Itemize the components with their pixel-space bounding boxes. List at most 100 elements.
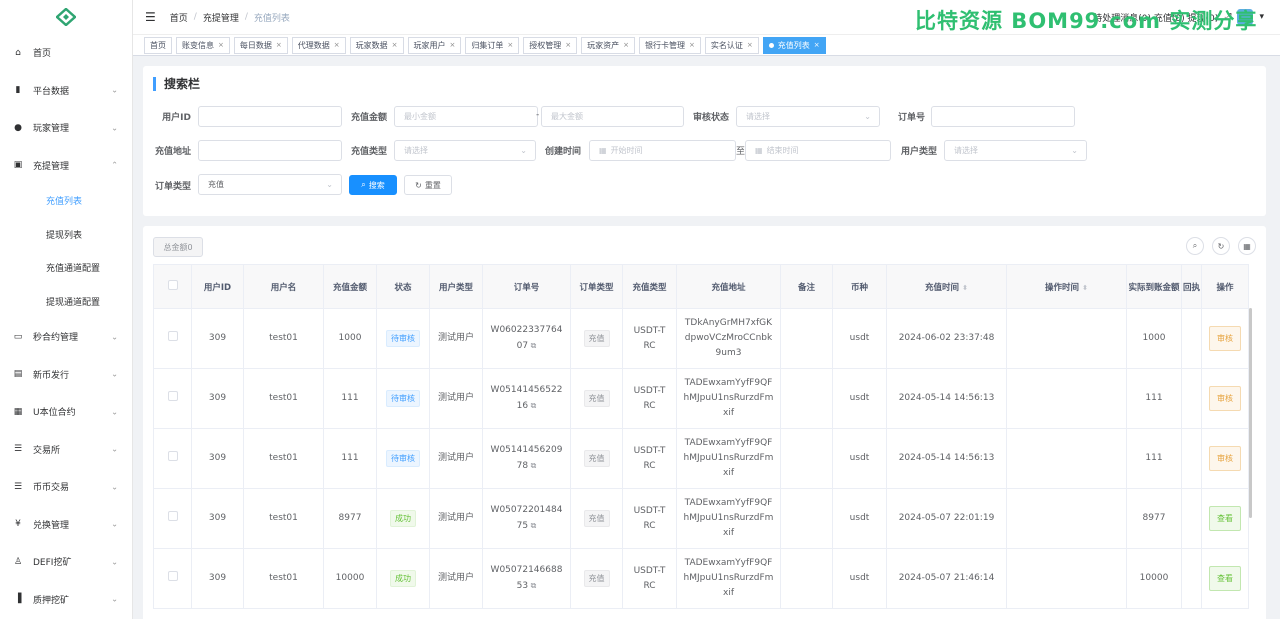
select-all-checkbox[interactable]: [153, 264, 192, 309]
cell-user-type: 测试用户: [429, 308, 483, 369]
sidebar-item-items21[interactable]: ▤ 新币发行 ⌄: [0, 356, 132, 394]
row-checkbox[interactable]: [167, 570, 178, 581]
breadcrumb-home[interactable]: 首页: [170, 11, 188, 24]
active-dot-icon: [768, 42, 774, 48]
row-checkbox[interactable]: [167, 450, 178, 461]
col-op-time[interactable]: 操作时间 ⬍: [1006, 264, 1127, 309]
search-button[interactable]: ⌕ 搜索: [349, 175, 397, 195]
close-icon[interactable]: ×: [747, 41, 753, 49]
columns-icon[interactable]: ▦: [1238, 237, 1256, 255]
cell-op-time: [1006, 428, 1127, 489]
sidebar-item-items26[interactable]: ♙ DEFI挖矿 ⌄: [0, 543, 132, 581]
close-icon[interactable]: ×: [392, 41, 398, 49]
close-icon[interactable]: ×: [623, 41, 629, 49]
min-amount-input[interactable]: 最小金额: [394, 106, 538, 127]
order-no-input[interactable]: [931, 106, 1075, 127]
close-icon[interactable]: ×: [565, 41, 571, 49]
audit-button[interactable]: 审核: [1209, 386, 1241, 411]
hamburger-menu-icon[interactable]: ☰: [145, 10, 156, 24]
coin-icon: ▤: [13, 369, 23, 380]
copy-icon[interactable]: ⧉: [528, 341, 537, 350]
cell-order-type: 充值: [570, 368, 623, 429]
vertical-scrollbar[interactable]: [1249, 308, 1252, 518]
tag-5[interactable]: 玩家用户 ×: [407, 36, 462, 54]
sidebar-item-items2[interactable]: ● 玩家管理 ⌄: [0, 109, 132, 147]
bar-chart-icon: ▐: [14, 594, 22, 605]
row-checkbox-cell: [153, 428, 192, 489]
sidebar-item-items20[interactable]: ▭ 秒合约管理 ⌄: [0, 318, 132, 356]
user-id-input[interactable]: [198, 106, 342, 127]
close-icon[interactable]: ×: [218, 41, 224, 49]
view-button[interactable]: 查看: [1209, 506, 1241, 531]
col-recharge-time[interactable]: 充值时间 ⬍: [886, 264, 1007, 309]
tag-2[interactable]: 每日数据 ×: [233, 36, 288, 54]
copy-icon[interactable]: ⧉: [528, 461, 537, 470]
max-amount-input[interactable]: 最大金额: [541, 106, 684, 127]
cell-currency: usdt: [832, 488, 887, 549]
user-type-select[interactable]: 请选择 ⌄: [944, 140, 1087, 161]
start-time-input[interactable]: ▦ 开始时间: [589, 140, 736, 161]
search-toggle-icon[interactable]: ⌕: [1186, 237, 1204, 255]
row-checkbox[interactable]: [167, 510, 178, 521]
tag-4[interactable]: 玩家数据 ×: [349, 36, 404, 54]
audit-button[interactable]: 审核: [1209, 446, 1241, 471]
cell-status: 成功: [376, 548, 430, 609]
cell-amount: 111: [323, 428, 377, 489]
tag-label: 代理数据: [297, 40, 330, 50]
sidebar-subitem-2[interactable]: 充值通道配置: [0, 251, 132, 285]
sidebar-subitem-1[interactable]: 提现列表: [0, 218, 132, 252]
recharge-type-select[interactable]: 请选择 ⌄: [394, 140, 536, 161]
refresh-icon[interactable]: ↻: [1212, 237, 1230, 255]
chevron-down-icon: ⌄: [326, 180, 333, 189]
user-id-value: 309: [208, 573, 227, 583]
sidebar-item-items22[interactable]: ▦ U本位合约 ⌄: [0, 393, 132, 431]
sidebar: ⌂ 首页 ▮ 平台数据 ⌄ ● 玩家管理 ⌄ ▣ 充提管理 ⌃ 充值列表 提现列表 充值通道配置 提现通道…: [0, 0, 133, 619]
end-time-input[interactable]: ▦ 结束时间: [745, 140, 891, 161]
sidebar-item-items0[interactable]: ⌂ 首页: [0, 34, 132, 72]
caret-down-icon[interactable]: ▾: [1259, 12, 1264, 22]
audit-button[interactable]: 审核: [1209, 326, 1241, 351]
close-icon[interactable]: ×: [276, 41, 282, 49]
sidebar-item-items1[interactable]: ▮ 平台数据 ⌄: [0, 72, 132, 110]
tag-label: 玩家用户: [413, 40, 446, 50]
currency-value: usdt: [849, 453, 870, 463]
sidebar-item-items24[interactable]: ☰ 币币交易 ⌄: [0, 468, 132, 506]
sidebar-item-items27[interactable]: ▐ 质押挖矿 ⌄: [0, 581, 132, 619]
close-icon[interactable]: ×: [507, 41, 513, 49]
tag-10[interactable]: 实名认证 ×: [704, 36, 759, 54]
copy-icon[interactable]: ⧉: [528, 581, 537, 590]
sidebar-item-items3[interactable]: ▣ 充提管理 ⌃: [0, 147, 132, 185]
sidebar-subitem-0[interactable]: 充值列表: [0, 184, 132, 218]
col-action: 操作: [1201, 264, 1249, 309]
copy-icon[interactable]: ⧉: [528, 521, 537, 530]
reset-button[interactable]: ↻ 重置: [404, 175, 452, 195]
total-amount-button[interactable]: 总金额0: [153, 237, 203, 257]
col-currency: 币种: [832, 264, 887, 309]
row-checkbox[interactable]: [167, 390, 178, 401]
sidebar-item-items23[interactable]: ☰ 交易所 ⌄: [0, 431, 132, 469]
close-icon[interactable]: ×: [450, 41, 456, 49]
order-type-select[interactable]: 充值 ⌄: [198, 174, 342, 195]
view-button[interactable]: 查看: [1209, 566, 1241, 591]
tag-9[interactable]: 银行卡管理 ×: [639, 36, 701, 54]
close-icon[interactable]: ×: [334, 41, 340, 49]
sidebar-subitem-3[interactable]: 提现通道配置: [0, 285, 132, 319]
tag-11[interactable]: 充值列表 ×: [762, 36, 826, 54]
breadcrumb-section[interactable]: 充提管理: [203, 11, 239, 24]
close-icon[interactable]: ×: [689, 41, 695, 49]
tag-8[interactable]: 玩家资产 ×: [581, 36, 635, 54]
tag-3[interactable]: 代理数据 ×: [291, 36, 346, 54]
tag-6[interactable]: 归集订单 ×: [465, 36, 520, 54]
row-checkbox[interactable]: [167, 330, 178, 341]
sidebar-item-items25[interactable]: ¥ 兑换管理 ⌄: [0, 506, 132, 544]
tag-1[interactable]: 账变信息 ×: [176, 36, 230, 54]
address-input[interactable]: [198, 140, 342, 161]
audit-status-select[interactable]: 请选择 ⌄: [736, 106, 880, 127]
cell-order-no: W0602233776407 ⧉: [482, 308, 571, 369]
copy-icon[interactable]: ⧉: [528, 401, 537, 410]
username-value: test01: [269, 333, 298, 343]
col-address: 充值地址: [676, 264, 781, 309]
tag-7[interactable]: 授权管理 ×: [523, 36, 578, 54]
close-icon[interactable]: ×: [814, 41, 820, 49]
tag-0[interactable]: 首页: [144, 36, 172, 54]
